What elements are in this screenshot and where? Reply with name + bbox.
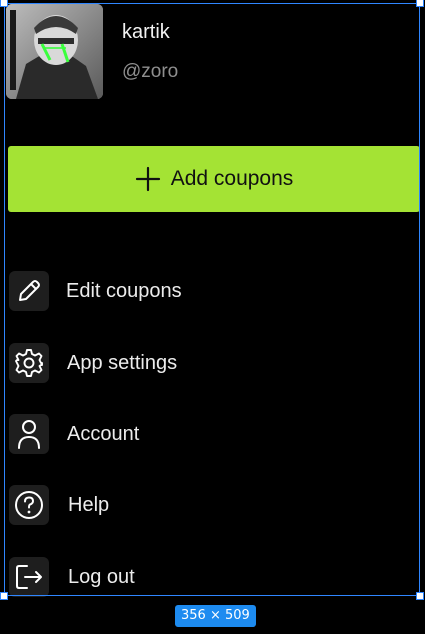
resize-handle-top-left[interactable]	[0, 0, 8, 7]
dimensions-badge: 356 × 509	[175, 605, 256, 627]
resize-handle-bottom-right[interactable]	[416, 592, 424, 600]
resize-handle-top-right[interactable]	[416, 0, 424, 7]
resize-handle-bottom-left[interactable]	[0, 592, 8, 600]
sidebar-menu: kartik @zoro Add coupons Edit coupons Ap…	[0, 0, 425, 634]
selection-frame[interactable]	[4, 3, 420, 596]
